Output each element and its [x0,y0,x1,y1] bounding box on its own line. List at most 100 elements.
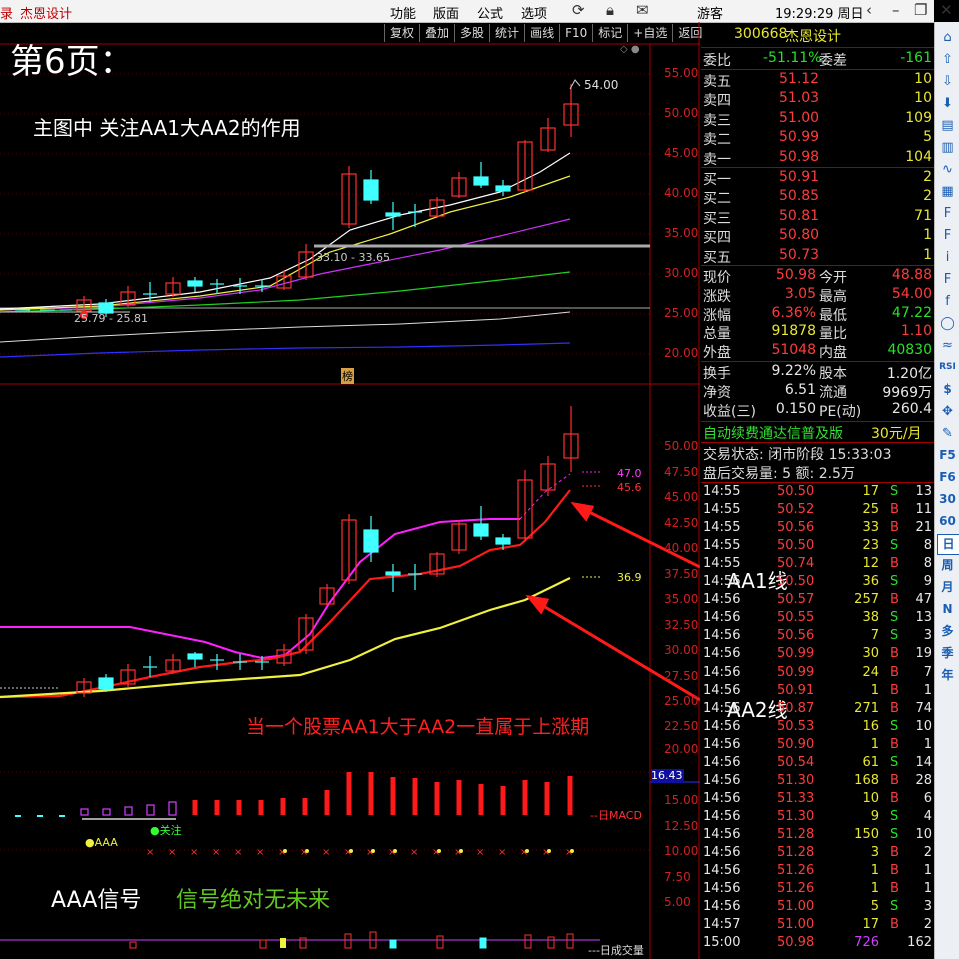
f5-icon[interactable]: F5 [937,446,958,465]
sixty-icon[interactable]: 60 [937,512,958,531]
menu-layout[interactable]: 版面 [433,3,459,22]
menu-function[interactable]: 功能 [390,3,416,22]
kline-chart-area[interactable]: ◇ ● × × × × × × × × × × × × × × × × × × … [0,22,788,959]
move-icon[interactable]: ✥ [937,402,958,421]
tick-direction: B [890,845,899,860]
weibi-value: -51.11% [763,50,822,66]
home-icon[interactable]: ⌂ [937,28,958,47]
tick-time: 14:56 [703,754,741,770]
week-icon[interactable]: 周 [937,556,958,575]
info-icon[interactable]: i [937,248,958,267]
right-sidebar: ⌂ ⇧ ⇩ ⬇ ▤ ▥ ∿ ▦ F Fi Ff ◯ ≈ RSI $ ✥ ✎ F5 F6 30 60 日周月 N 多季年 [934,22,959,959]
minute-icon[interactable]: 30 [937,490,958,509]
buy-level-price: 50.91 [779,169,820,185]
buy-level-volume: 1 [923,227,932,244]
globe-icon[interactable]: ◯ [937,314,958,333]
tick-volume: 1 [870,736,879,752]
tick-volume: 1 [870,682,879,698]
tick-price: 50.54 [777,754,815,770]
lock-icon[interactable]: 🔒︎ [606,1,614,19]
tick-time: 15:00 [703,935,741,951]
dollar-icon[interactable]: $ [937,380,958,399]
buy-level-label: 买四 [703,230,731,247]
fin-icon[interactable]: F [937,226,958,245]
menu-formula[interactable]: 公式 [477,3,503,22]
page-title: 第6页： [10,42,134,82]
n-icon[interactable]: N [937,600,958,619]
pencil-icon[interactable]: ✎ [937,424,958,443]
minimize-icon[interactable]: – [892,1,900,19]
tick-direction: B [890,700,899,716]
tick-row: 14:56 50.91 1 B 1 [701,683,934,702]
tick-volume: 33 [862,520,879,536]
svg-text:×: × [146,847,154,858]
stat-value: 51048 [771,342,816,359]
tick-row: 14:56 50.50 36 S 9 [701,574,934,593]
back-icon[interactable]: ‹ [866,1,872,19]
day-icon[interactable]: 日 [937,534,959,555]
svg-text:×: × [476,847,484,858]
refresh-icon[interactable]: ⟳ [572,1,585,19]
weibi-label: 委比 [703,53,731,69]
weicha-label: 委差 [819,53,847,69]
tick-volume: 17 [862,917,879,933]
tick-row: 14:56 50.90 1 B 1 [701,737,934,756]
year-icon[interactable]: 年 [937,666,958,685]
stat-value: 1.10 [900,323,932,340]
user-name[interactable]: 游客 [697,3,723,22]
buy-level-row: 买五 50.73 1 [701,247,934,266]
menu-options[interactable]: 选项 [521,3,547,22]
tick-row: 14:55 50.74 12 B 8 [701,556,934,575]
sell-level-row: 卖一 50.98 104 [701,149,934,168]
stat-label: PE(动) [819,404,862,420]
tick-row: 14:56 50.87 271 B 74 [701,701,934,720]
tick-price: 51.00 [777,917,815,933]
table-icon[interactable]: ▦ [937,182,958,201]
chart-icon[interactable]: ▥ [937,138,958,157]
restore-icon[interactable]: ❐ [914,1,927,19]
fx-icon[interactable]: f [937,292,958,311]
season-icon[interactable]: 季 [937,644,958,663]
wave-icon[interactable]: ≈ [937,336,958,355]
download-icon[interactable]: ⬇ [937,94,958,113]
tick-direction: S [890,610,899,626]
buy-level-row: 买二 50.85 2 [701,188,934,207]
ad-banner[interactable]: 自动续费通达信普及版 30元/月 [701,423,934,442]
stat-row: 总量 91878 量比 1.10 [701,323,934,342]
up-arrow-icon[interactable]: ⇧ [937,50,958,69]
multi-icon[interactable]: 多 [937,622,958,641]
f10-icon[interactable]: F [937,204,958,223]
tick-count: 10 [915,718,932,734]
line-chart-icon[interactable]: ∿ [937,160,958,179]
high-price-label: 54.00 [584,78,619,92]
stat-label: 股本 [819,366,847,382]
tick-count: 13 [915,484,932,499]
app-title: 杰恩设计 [20,7,73,22]
sub-y-tick: 32.50 [664,618,699,632]
tick-direction: B [890,790,899,806]
sub-y-tick: 15.00 [664,793,699,807]
stat-value: 50.98 [775,267,816,283]
month-icon[interactable]: 月 [937,578,958,597]
aaa-signal-text: AAA信号 [51,888,142,913]
stat-value: 0.150 [775,401,816,417]
tick-time: 14:56 [703,808,741,824]
fiz-icon[interactable]: F [937,270,958,289]
aa2-value: 36.9 [617,571,642,584]
f6-icon[interactable]: F6 [937,468,958,487]
mail-icon[interactable]: ✉ [636,1,649,19]
buy-level-price: 50.81 [779,207,820,224]
chart-icon[interactable]: ▤ [937,116,958,135]
y-tick-50: 50.00 [664,106,699,120]
buy-level-price: 50.85 [779,188,820,205]
down-arrow-icon[interactable]: ⇩ [937,72,958,91]
tick-time: 14:55 [703,556,741,572]
rsi-icon[interactable]: RSI [937,358,958,377]
tick-row: 14:55 50.56 33 B 21 [701,520,934,539]
tick-direction: B [890,646,899,662]
stat-value: 54.00 [891,285,932,302]
tick-row: 14:55 50.52 25 B 11 [701,502,934,521]
close-icon[interactable]: ✕ [940,1,953,19]
tick-volume: 271 [854,700,879,716]
sell-level-row: 卖二 50.99 5 [701,129,934,148]
